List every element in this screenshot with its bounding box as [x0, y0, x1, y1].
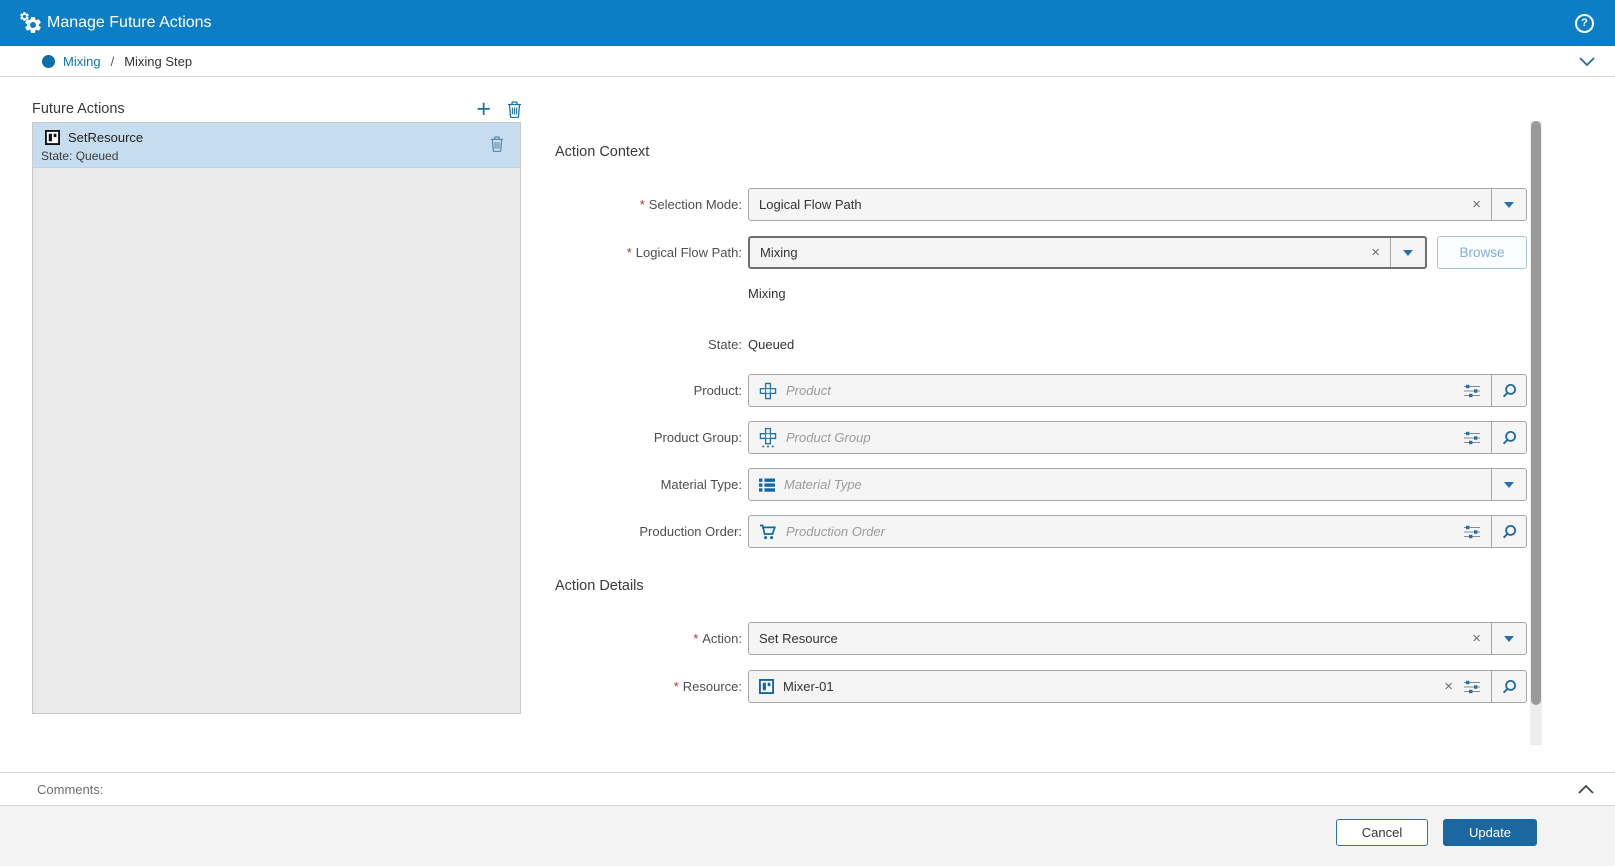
- clear-icon[interactable]: ×: [1371, 244, 1380, 261]
- product-icon: [759, 382, 777, 400]
- footer-bar: Cancel Update: [0, 806, 1615, 866]
- advanced-filter-icon[interactable]: [1463, 431, 1481, 445]
- list-item-setresource[interactable]: SetResource State: Queued: [33, 123, 520, 168]
- material-type-list-icon: [759, 478, 775, 492]
- production-order-search-button[interactable]: [1491, 516, 1526, 547]
- item-name: SetResource: [68, 130, 144, 145]
- product-group-field[interactable]: Product Group: [748, 421, 1527, 454]
- comments-label: Comments:: [37, 782, 104, 797]
- future-actions-header: Future Actions +: [32, 96, 522, 122]
- product-search-button[interactable]: [1491, 375, 1526, 406]
- item-delete-button[interactable]: [490, 136, 504, 157]
- vertical-scrollbar[interactable]: [1530, 121, 1542, 745]
- dropdown-arrow-icon: [1504, 201, 1514, 208]
- comments-section[interactable]: Comments:: [0, 772, 1615, 806]
- material-type-placeholder: Material Type: [784, 477, 862, 492]
- logical-flow-path-label: * Logical Flow Path:: [626, 245, 742, 260]
- advanced-filter-icon[interactable]: [1463, 525, 1481, 539]
- breadcrumb-current-page: Mixing Step: [124, 53, 193, 69]
- update-button[interactable]: Update: [1443, 819, 1537, 846]
- scrollbar-thumb[interactable]: [1531, 121, 1541, 705]
- advanced-filter-icon[interactable]: [1463, 384, 1481, 398]
- product-placeholder: Product: [786, 383, 831, 398]
- action-field[interactable]: Set Resource ×: [748, 622, 1527, 655]
- logical-flow-path-field[interactable]: Mixing ×: [748, 236, 1427, 269]
- add-action-button[interactable]: +: [476, 97, 491, 122]
- resource-value: Mixer-01: [783, 679, 834, 694]
- selection-mode-field[interactable]: Logical Flow Path ×: [748, 188, 1527, 221]
- dropdown-arrow-icon: [1504, 481, 1514, 488]
- search-icon: [1501, 524, 1517, 540]
- selection-mode-label: * Selection Mode:: [639, 197, 742, 212]
- selection-mode-value: Logical Flow Path: [759, 197, 862, 212]
- production-order-cart-icon: [759, 524, 777, 540]
- dropdown-arrow-icon: [1504, 635, 1514, 642]
- logical-flow-path-helper: Mixing: [748, 286, 786, 301]
- logical-flow-path-value: Mixing: [760, 245, 798, 260]
- resource-field[interactable]: Mixer-01 ×: [748, 670, 1527, 703]
- product-group-placeholder: Product Group: [786, 430, 871, 445]
- material-type-dropdown-button[interactable]: [1491, 469, 1526, 500]
- resource-icon: [45, 130, 60, 145]
- browse-button[interactable]: Browse: [1437, 236, 1527, 269]
- product-group-label: Product Group:: [653, 430, 742, 445]
- page-title: Manage Future Actions: [47, 14, 212, 31]
- state-label: State:: [708, 337, 742, 352]
- context-dot-icon: [42, 54, 55, 68]
- breadcrumb: Mixing / Mixing Step: [0, 46, 1615, 77]
- action-context-heading: Action Context: [555, 144, 650, 160]
- breadcrumb-link-mixing[interactable]: Mixing: [63, 54, 101, 69]
- product-group-search-button[interactable]: [1491, 422, 1526, 453]
- trash-icon: [507, 101, 522, 118]
- breadcrumb-separator: /: [110, 53, 115, 69]
- comments-collapse-chevron-up-icon[interactable]: [1578, 785, 1594, 794]
- production-order-field[interactable]: Production Order: [748, 515, 1527, 548]
- help-icon[interactable]: ?: [1575, 14, 1594, 33]
- delete-actions-button[interactable]: [507, 101, 522, 118]
- material-type-field[interactable]: Material Type: [748, 468, 1527, 501]
- clear-icon[interactable]: ×: [1472, 196, 1481, 213]
- future-actions-title: Future Actions: [32, 101, 125, 117]
- production-order-placeholder: Production Order: [786, 524, 885, 539]
- production-order-label: Production Order:: [639, 524, 742, 539]
- state-value: Queued: [748, 337, 795, 352]
- search-icon: [1501, 430, 1517, 446]
- resource-label: * Resource:: [673, 679, 742, 694]
- action-details-heading: Action Details: [555, 578, 644, 594]
- product-group-icon: [759, 427, 777, 448]
- item-state: State: Queued: [41, 149, 119, 163]
- clear-icon[interactable]: ×: [1444, 678, 1453, 695]
- clear-icon[interactable]: ×: [1472, 630, 1481, 647]
- resource-icon: [759, 679, 774, 694]
- product-label: Product:: [693, 383, 742, 398]
- dropdown-arrow-icon: [1403, 249, 1413, 256]
- material-type-label: Material Type:: [660, 477, 742, 492]
- product-field[interactable]: Product: [748, 374, 1527, 407]
- manage-future-actions-window: Manage Future Actions ? Mixing / Mixing …: [0, 0, 1615, 866]
- selection-mode-dropdown-button[interactable]: [1491, 189, 1526, 220]
- trash-icon: [490, 136, 504, 152]
- advanced-filter-icon[interactable]: [1463, 680, 1481, 694]
- search-icon: [1501, 383, 1517, 399]
- breadcrumb-chevron-down-icon[interactable]: [1579, 57, 1595, 66]
- cancel-button[interactable]: Cancel: [1336, 819, 1428, 846]
- action-label: * Action:: [693, 631, 742, 646]
- action-dropdown-button[interactable]: [1491, 623, 1526, 654]
- logical-flow-path-dropdown-button[interactable]: [1390, 238, 1425, 267]
- search-icon: [1501, 679, 1517, 695]
- resource-search-button[interactable]: [1491, 671, 1526, 702]
- future-actions-list: SetResource State: Queued: [32, 122, 521, 714]
- manage-actions-gear-icon: [19, 11, 45, 37]
- action-value: Set Resource: [759, 631, 838, 646]
- title-bar: Manage Future Actions ?: [0, 0, 1615, 46]
